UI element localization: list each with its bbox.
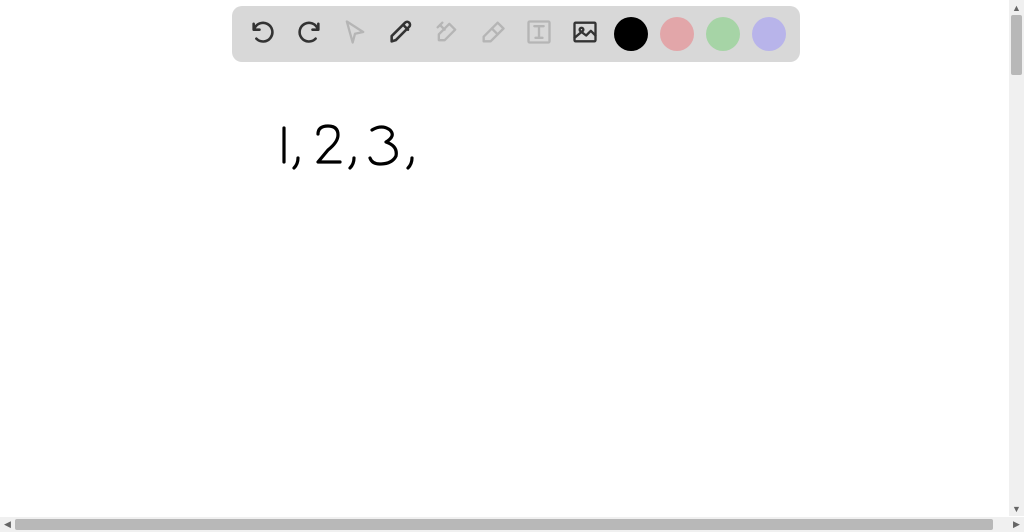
eraser-tool[interactable] <box>476 17 510 51</box>
handwritten-content <box>270 120 470 185</box>
color-black[interactable] <box>614 17 648 51</box>
scroll-right-arrow[interactable]: ▶ <box>1009 517 1024 532</box>
undo-button[interactable] <box>246 17 280 51</box>
text-icon <box>525 18 553 51</box>
color-purple[interactable] <box>752 17 786 51</box>
image-tool[interactable] <box>568 17 602 51</box>
vertical-scroll-thumb[interactable] <box>1011 15 1022 75</box>
scroll-up-arrow[interactable]: ▲ <box>1009 0 1024 15</box>
eraser-icon <box>479 18 507 51</box>
redo-icon <box>295 18 323 51</box>
tools-icon <box>433 18 461 51</box>
undo-icon <box>249 18 277 51</box>
text-tool[interactable] <box>522 17 556 51</box>
vertical-scrollbar[interactable]: ▲ ▼ <box>1009 0 1024 516</box>
color-green[interactable] <box>706 17 740 51</box>
pointer-icon <box>341 18 369 51</box>
color-pink[interactable] <box>660 17 694 51</box>
image-icon <box>571 18 599 51</box>
pointer-tool[interactable] <box>338 17 372 51</box>
horizontal-scrollbar[interactable]: ◀ ▶ <box>0 517 1024 532</box>
scroll-left-arrow[interactable]: ◀ <box>0 517 15 532</box>
toolbar <box>232 6 800 62</box>
pencil-icon <box>387 18 415 51</box>
redo-button[interactable] <box>292 17 326 51</box>
horizontal-scroll-thumb[interactable] <box>15 519 993 530</box>
scroll-down-arrow[interactable]: ▼ <box>1009 501 1024 516</box>
pencil-tool[interactable] <box>384 17 418 51</box>
shapes-tool[interactable] <box>430 17 464 51</box>
drawing-canvas[interactable]: ▲ ▼ ◀ ▶ <box>0 0 1024 532</box>
